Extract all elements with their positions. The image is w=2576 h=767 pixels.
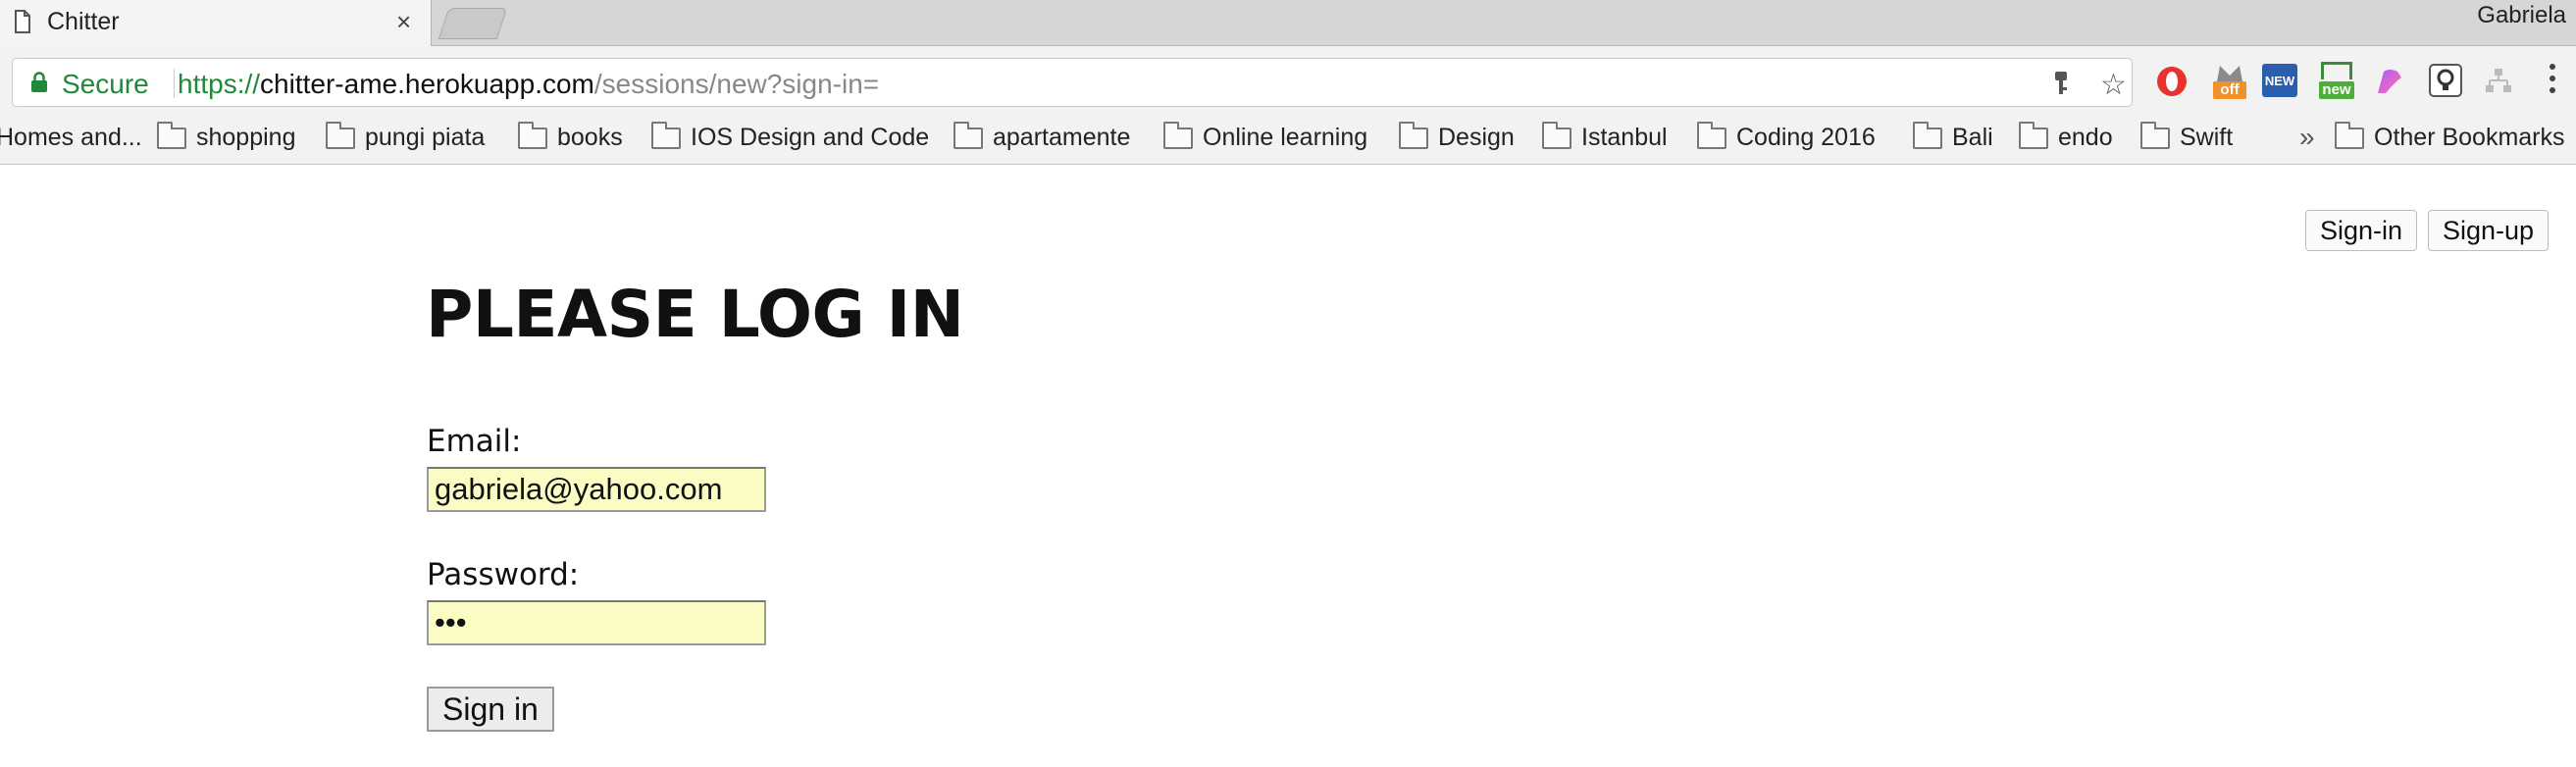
bookmark-label: apartamente xyxy=(993,124,1131,151)
bookmark-swift[interactable]: Swift xyxy=(2140,121,2234,152)
url-path: /sessions/new?sign-in= xyxy=(593,69,880,99)
bookmark-bali[interactable]: Bali xyxy=(1913,121,1993,152)
page-title: PLEASE LOG IN xyxy=(426,277,964,352)
bookmark-label: Other Bookmarks xyxy=(2374,124,2565,151)
bookmark-label: Online learning xyxy=(1203,124,1368,151)
off-badge[interactable]: off xyxy=(2211,62,2248,101)
bookmarks-bar: Homes and... shopping pungi piata books … xyxy=(0,116,2576,165)
new-badge-green-label: new xyxy=(2319,81,2354,99)
page-icon xyxy=(14,10,31,38)
bookmark-design[interactable]: Design xyxy=(1399,121,1515,152)
secure-label: Secure xyxy=(62,69,149,99)
folder-icon xyxy=(1913,121,1942,149)
active-tab[interactable]: Chitter × xyxy=(0,0,432,46)
bookmark-label: Coding 2016 xyxy=(1736,124,1876,151)
folder-icon xyxy=(2019,121,2048,149)
bookmark-label: pungi piata xyxy=(365,124,486,151)
folder-icon xyxy=(651,121,681,149)
folder-icon xyxy=(1399,121,1428,149)
folder-icon xyxy=(2335,121,2364,149)
lightbulb-icon[interactable] xyxy=(2429,64,2462,102)
bookmark-coding-2016[interactable]: Coding 2016 xyxy=(1697,121,1876,152)
bookmark-label: Swift xyxy=(2180,124,2234,151)
bookmark-istanbul[interactable]: Istanbul xyxy=(1542,121,1668,152)
tab-title: Chitter xyxy=(47,8,120,35)
new-badge-blue-label: NEW xyxy=(2264,74,2295,88)
bookmarks-overflow-icon[interactable]: » xyxy=(2299,122,2315,153)
tab-close-icon[interactable]: × xyxy=(396,7,411,37)
sign-in-submit-button[interactable]: Sign in xyxy=(427,687,554,732)
folder-icon xyxy=(326,121,355,149)
url-scheme: https:// xyxy=(178,69,261,99)
bookmark-pungi-piata[interactable]: pungi piata xyxy=(326,121,486,152)
address-bar[interactable]: Secure https://chitter-ame.herokuapp.com… xyxy=(12,58,2133,107)
bookmark-books[interactable]: books xyxy=(518,121,623,152)
lock-icon xyxy=(30,72,48,98)
folder-icon xyxy=(157,121,186,149)
password-label: Password: xyxy=(427,557,580,592)
url-separator xyxy=(174,69,175,98)
bookmark-endo[interactable]: endo xyxy=(2019,121,2113,152)
bookmark-ios-design[interactable]: IOS Design and Code xyxy=(651,121,930,152)
bookmark-online-learning[interactable]: Online learning xyxy=(1163,121,1368,152)
folder-icon xyxy=(2140,121,2170,149)
password-field[interactable] xyxy=(427,600,766,645)
sitemap-icon[interactable] xyxy=(2484,66,2513,100)
folder-icon xyxy=(1697,121,1726,149)
folder-icon xyxy=(953,121,983,149)
folder-icon xyxy=(1542,121,1571,149)
menu-kebab-icon[interactable] xyxy=(2549,62,2556,100)
new-badge-green[interactable]: new xyxy=(2317,62,2356,101)
profile-name[interactable]: Gabriela xyxy=(2477,2,2566,29)
toolbar: Secure https://chitter-ame.herokuapp.com… xyxy=(0,46,2576,123)
email-label: Email: xyxy=(427,424,522,459)
url-host: chitter-ame.herokuapp.com xyxy=(260,69,594,99)
key-icon[interactable] xyxy=(2053,71,2069,101)
bookmark-label: endo xyxy=(2058,124,2113,151)
tab-strip: Chitter × Gabriela xyxy=(0,0,2576,46)
email-field[interactable] xyxy=(427,467,766,512)
off-badge-label: off xyxy=(2213,81,2246,99)
bookmark-apartamente[interactable]: apartamente xyxy=(953,121,1131,152)
new-tab-button[interactable] xyxy=(438,8,508,39)
url-text[interactable]: https://chitter-ame.herokuapp.com/sessio… xyxy=(178,69,879,100)
bookmark-homes[interactable]: Homes and... xyxy=(0,124,142,152)
bookmark-label: Homes and... xyxy=(0,124,142,151)
bookmark-label: IOS Design and Code xyxy=(691,124,930,151)
bookmark-label: Istanbul xyxy=(1581,124,1668,151)
new-badge-blue[interactable]: NEW xyxy=(2262,64,2297,97)
bookmark-star-icon[interactable]: ☆ xyxy=(2100,68,2127,102)
capture-icon xyxy=(2321,62,2352,79)
folder-icon xyxy=(1163,121,1193,149)
sign-in-nav-button[interactable]: Sign-in xyxy=(2305,210,2418,251)
opera-icon[interactable] xyxy=(2154,64,2190,104)
bookmark-shopping[interactable]: shopping xyxy=(157,121,296,152)
bookmark-label: Bali xyxy=(1952,124,1993,151)
bookmark-label: shopping xyxy=(196,124,296,151)
bookmark-other[interactable]: Other Bookmarks xyxy=(2335,121,2565,152)
paint-icon[interactable] xyxy=(2374,66,2405,102)
bookmark-label: books xyxy=(557,124,623,151)
bookmark-label: Design xyxy=(1438,124,1515,151)
folder-icon xyxy=(518,121,547,149)
sign-up-nav-button[interactable]: Sign-up xyxy=(2428,210,2550,251)
